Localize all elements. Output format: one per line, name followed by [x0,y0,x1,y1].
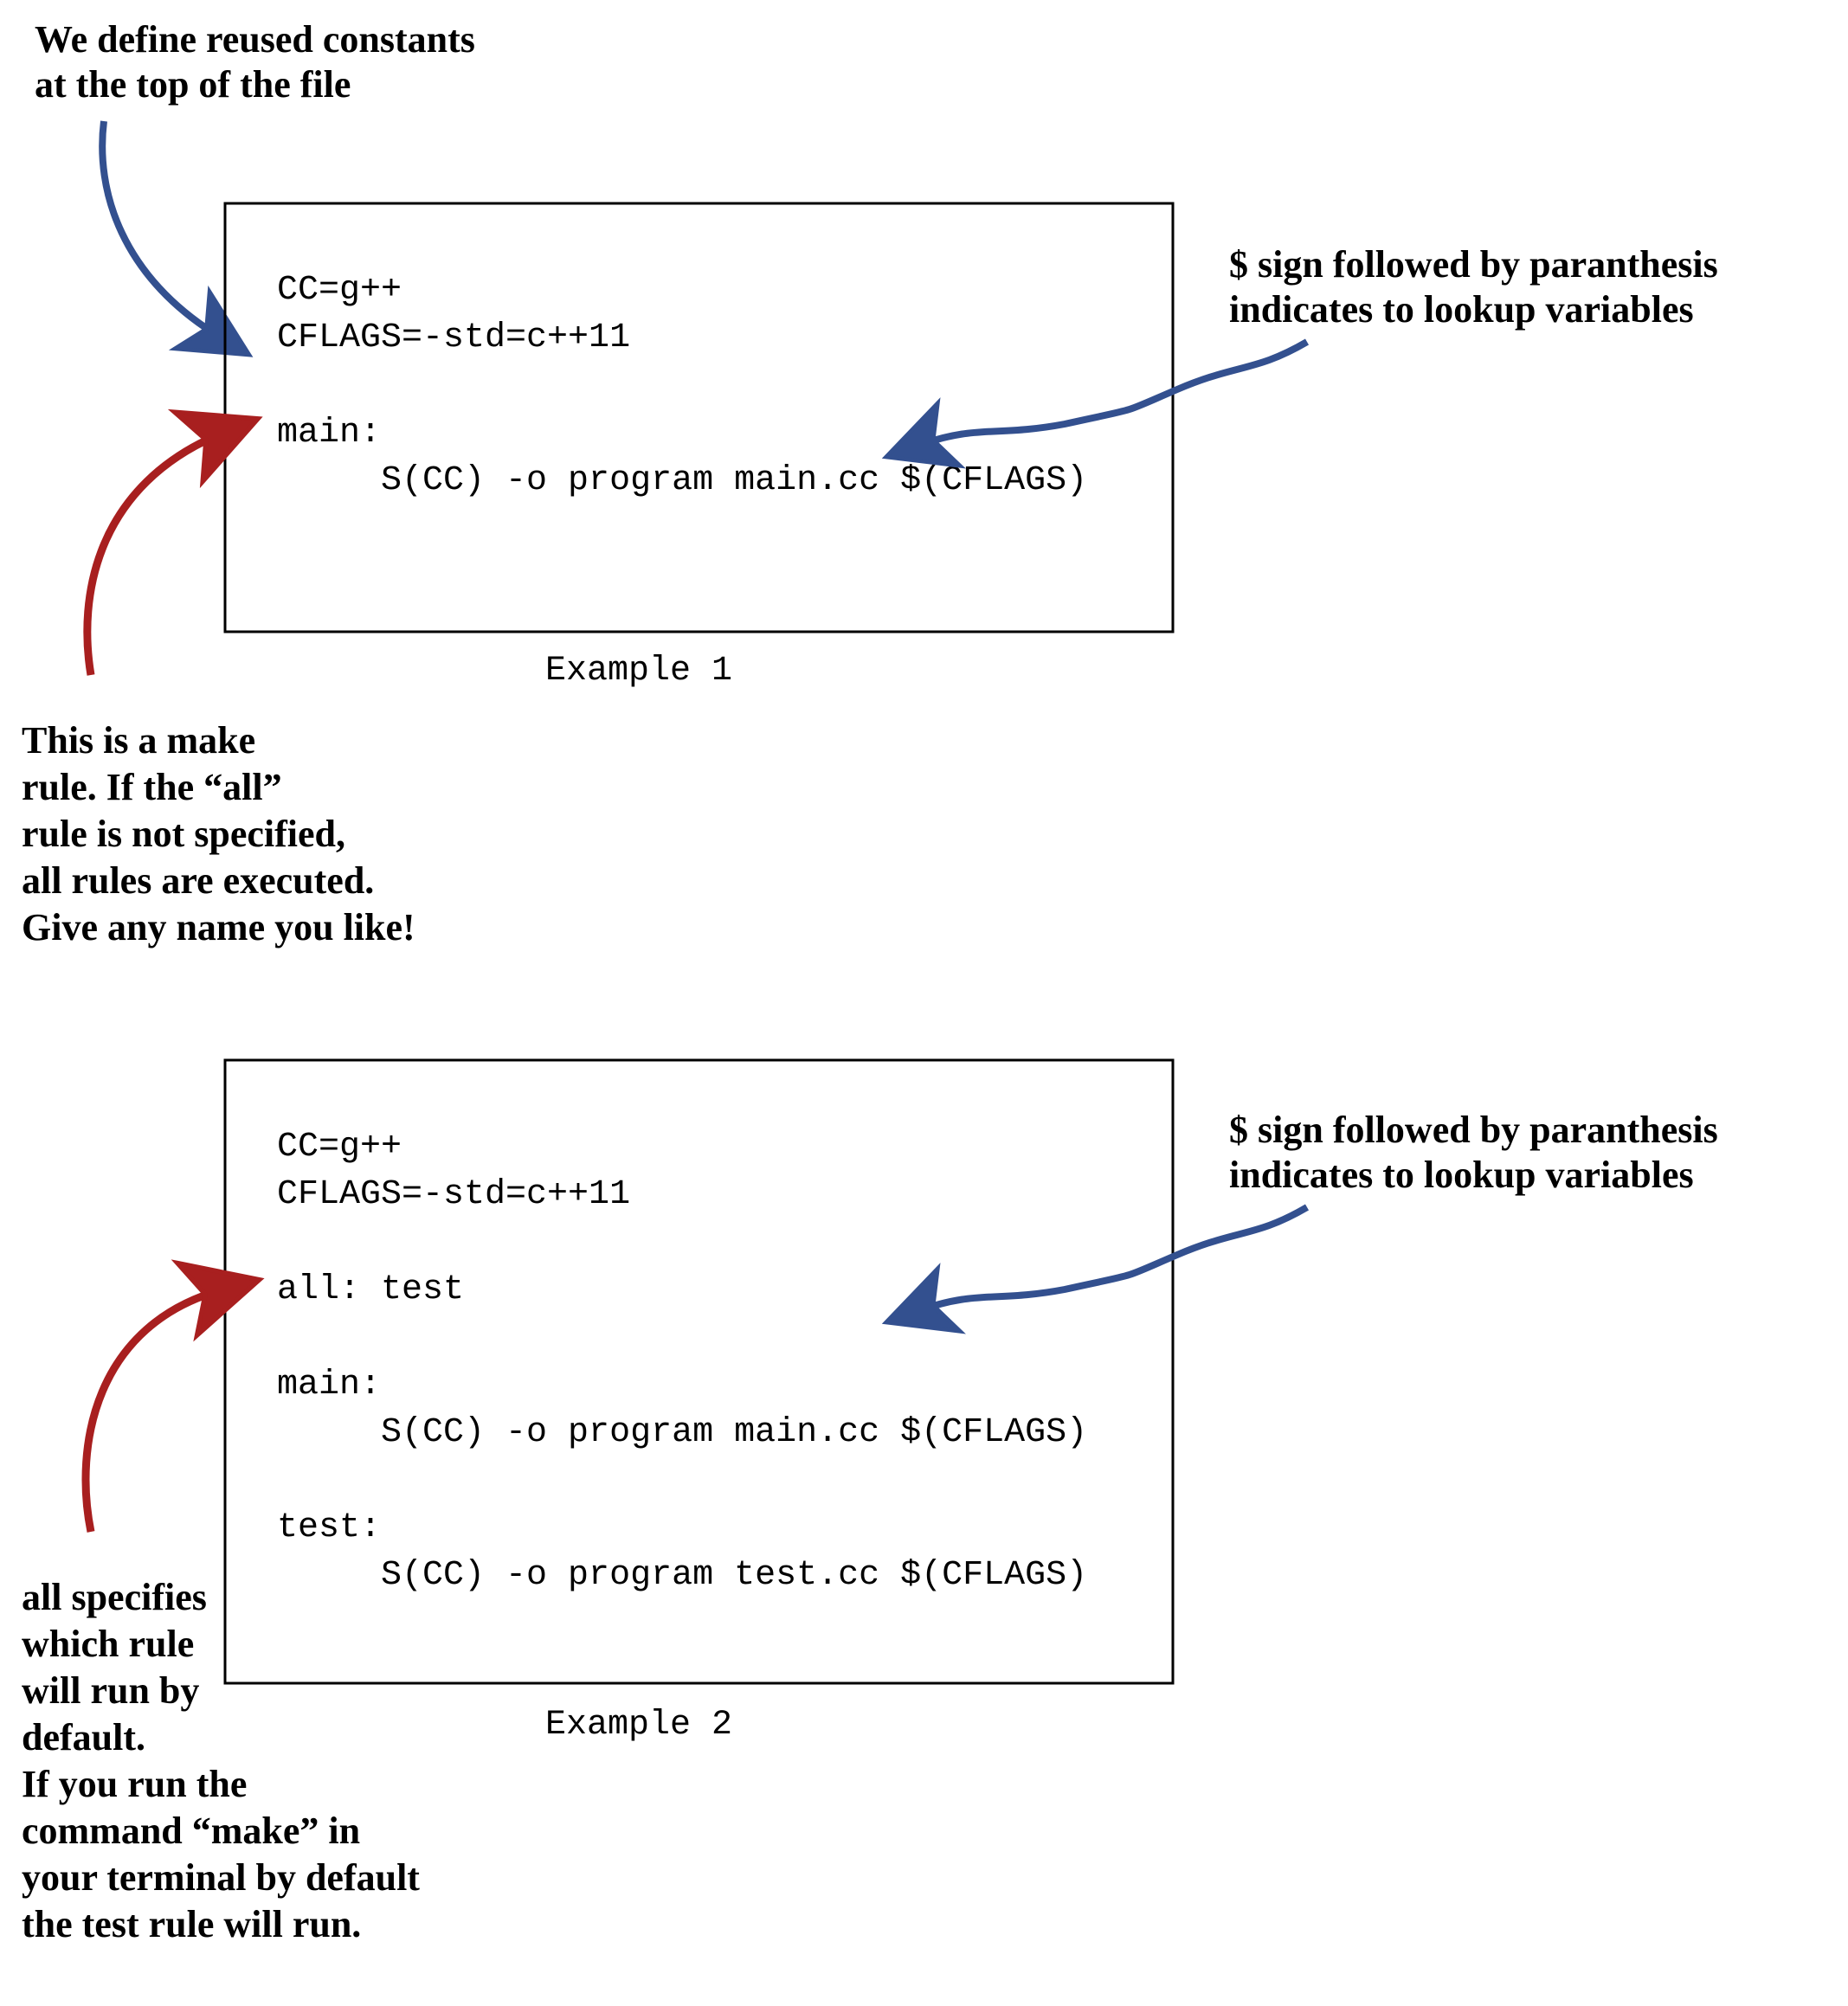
svg-text:CC=g++: CC=g++ [277,271,402,310]
arrow-dollar-1 [918,342,1307,446]
svg-text:main:: main: [277,1366,381,1405]
example1-code: CC=g++ CFLAGS=-std=c++11 main: S(CC) -o … [277,271,1087,500]
svg-text:CFLAGS=-std=c++11: CFLAGS=-std=c++11 [277,318,630,357]
example2-code: CC=g++ CFLAGS=-std=c++11 all: test main:… [277,1128,1087,1595]
example1-caption: Example 1 [545,652,732,691]
svg-text:test:: test: [277,1508,381,1547]
svg-text:S(CC) -o program main.cc $(CFL: S(CC) -o program main.cc $(CFLAGS) [277,461,1087,500]
annotation-constants: We define reused constants at the top of… [35,18,485,106]
svg-text:S(CC) -o program test.cc $(CFL: S(CC) -o program test.cc $(CFLAGS) [277,1556,1087,1595]
svg-text:main:: main: [277,414,381,453]
arrow-all-rule [86,1289,223,1532]
svg-text:CC=g++: CC=g++ [277,1128,402,1167]
svg-text:S(CC) -o program main.cc $(CFL: S(CC) -o program main.cc $(CFLAGS) [277,1413,1087,1452]
arrow-dollar-2 [918,1207,1307,1311]
svg-text:all: test: all: test [277,1270,464,1309]
annotation-dollar-1: $ sign followed by paranthesis indicates… [1229,243,1728,331]
arrow-constants [102,121,221,338]
annotation-make-rule: This is a make rule. If the “all” rule i… [22,719,415,948]
annotation-dollar-2: $ sign followed by paranthesis indicates… [1229,1109,1728,1196]
arrow-make-rule [87,433,223,675]
svg-text:CFLAGS=-std=c++11: CFLAGS=-std=c++11 [277,1175,630,1214]
example2-caption: Example 2 [545,1706,732,1745]
